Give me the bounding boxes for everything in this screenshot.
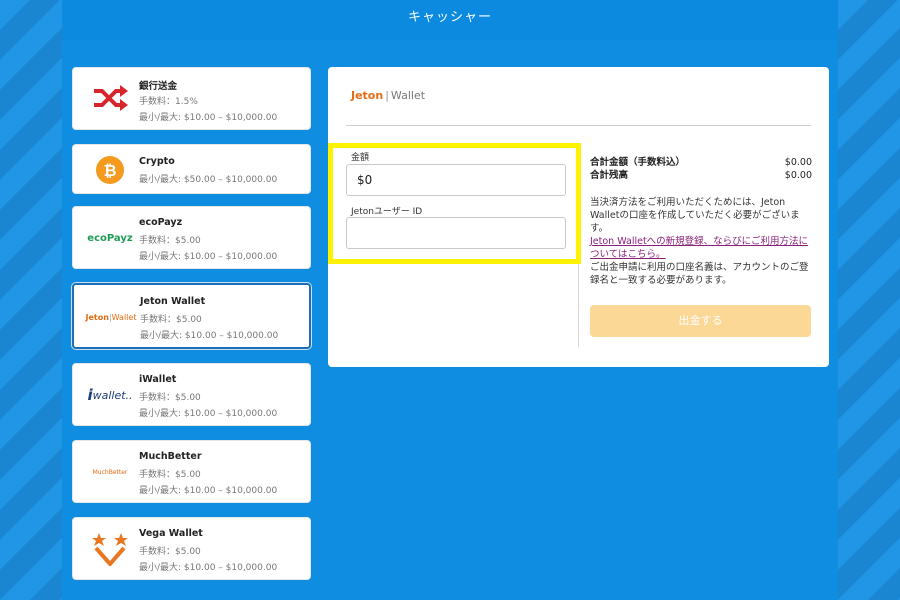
method-limits: 最小/最大: $10.00 – $10,000.00 [140, 331, 279, 341]
method-name: Vega Wallet [139, 528, 203, 539]
ecopayz-logo: ecoPayz [87, 232, 133, 244]
jeton-brand-logo: Jeton | Wallet [351, 89, 426, 102]
total-label: 合計金額（手数料込） [590, 157, 686, 168]
bitcoin-icon: ₿ [81, 150, 139, 190]
method-crypto[interactable]: ₿ Crypto 最小/最大: $50.00 – $10,000.00 [72, 144, 311, 194]
method-name: ecoPayz [139, 217, 183, 228]
userid-input[interactable] [346, 217, 566, 249]
jeton-logo-suffix: Wallet [111, 312, 137, 322]
brand-wallet: Wallet [390, 89, 426, 102]
amount-input[interactable]: $0 [346, 164, 566, 196]
userid-label: Jetonユーザー ID [351, 207, 423, 217]
jeton-logo: Jeton | Wallet [85, 312, 137, 322]
info-text: 当決済方法をご利用いただくためには、Jeton Walletの口座を作成していた… [590, 196, 814, 287]
brand-jeton: Jeton [351, 89, 384, 102]
method-limits: 最小/最大: $10.00 – $10,000.00 [139, 252, 278, 262]
vega-stars-icon [81, 529, 139, 569]
balance-value: $0.00 [784, 170, 812, 181]
total-row: 合計金額（手数料込） $0.00 [590, 156, 812, 169]
amount-label: 金額 [351, 153, 370, 163]
method-limits: 最小/最大: $10.00 – $10,000.00 [139, 486, 278, 496]
balance-label: 合計残高 [590, 170, 629, 181]
background-left [0, 0, 62, 600]
method-fee: 手数料：1.5% [139, 97, 198, 107]
svg-text:₿: ₿ [103, 161, 116, 180]
method-fee: 手数料：$5.00 [139, 547, 201, 557]
jeton-logo-text: Jeton [85, 312, 109, 322]
muchbetter-logo: MuchBetter [92, 468, 128, 476]
background-right [838, 0, 900, 600]
iwallet-logo: i wallet.. [81, 375, 139, 415]
shuffle-icon [81, 78, 139, 118]
method-limits: 最小/最大: $10.00 – $10,000.00 [139, 563, 278, 573]
method-limits: 最小/最大: $10.00 – $10,000.00 [139, 113, 278, 123]
withdraw-button[interactable]: 出金する [590, 305, 811, 337]
method-limits: 最小/最大: $50.00 – $10,000.00 [139, 175, 278, 185]
summary: 合計金額（手数料込） $0.00 合計残高 $0.00 [590, 156, 812, 182]
method-name: MuchBetter [139, 451, 202, 462]
method-name: iWallet [139, 374, 177, 385]
info-note: ご出金申請に利用の口座名義は、アカウントのご登録名と一致する必要があります。 [590, 262, 809, 286]
balance-row: 合計残高 $0.00 [590, 169, 812, 182]
method-name: Jeton Wallet [140, 296, 206, 307]
method-fee: 手数料：$5.00 [139, 236, 201, 246]
info-description: 当決済方法をご利用いただくためには、Jeton Walletの口座を作成していた… [590, 197, 800, 234]
method-iwallet[interactable]: i wallet.. iWallet 手数料：$5.00 最小/最大: $10.0… [72, 363, 311, 426]
method-muchbetter[interactable]: MuchBetter MuchBetter 手数料：$5.00 最小/最大: $… [72, 440, 311, 503]
iwallet-logo-text: wallet.. [92, 388, 133, 402]
divider [346, 125, 811, 126]
method-bank-transfer[interactable]: 銀行送金 手数料：1.5% 最小/最大: $10.00 – $10,000.00 [72, 67, 311, 130]
method-name: 銀行送金 [139, 81, 178, 92]
method-limits: 最小/最大: $10.00 – $10,000.00 [139, 409, 278, 419]
method-name: Crypto [139, 156, 175, 167]
method-jeton-wallet[interactable]: Jeton | Wallet Jeton Wallet 手数料：$5.00 最小/最… [72, 283, 311, 349]
method-fee: 手数料：$5.00 [139, 470, 201, 480]
total-value: $0.00 [784, 157, 812, 168]
page-title: キャッシャー [62, 0, 838, 40]
info-link[interactable]: Jeton Walletへの新規登録、ならびにご利用方法についてはこちら。 [590, 236, 808, 260]
method-fee: 手数料：$5.00 [139, 393, 201, 403]
method-fee: 手数料：$5.00 [140, 315, 202, 325]
method-vega-wallet[interactable]: Vega Wallet 手数料：$5.00 最小/最大: $10.00 – $1… [72, 517, 311, 580]
method-ecopayz[interactable]: ecoPayz ecoPayz 手数料：$5.00 最小/最大: $10.00 … [72, 206, 311, 269]
